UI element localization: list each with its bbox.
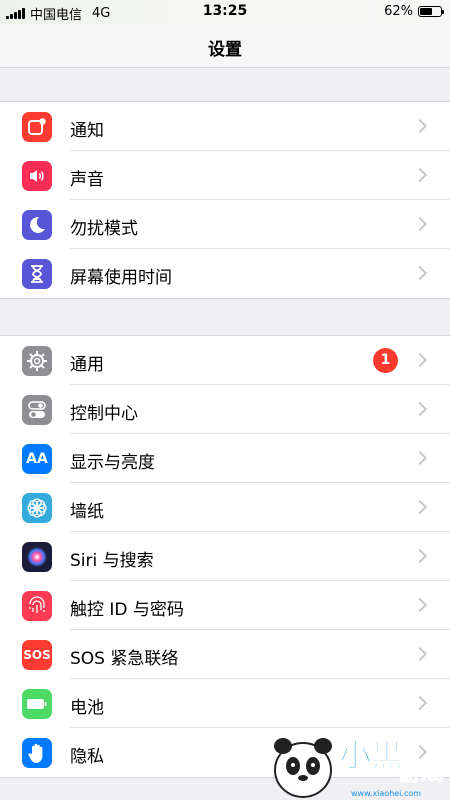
hourglass-icon [22, 259, 52, 289]
settings-row-1-4[interactable]: Siri 与搜索 [0, 532, 450, 581]
settings-row-1-7[interactable]: 电池 [0, 679, 450, 728]
chevron-right-icon [412, 695, 428, 711]
navigation-bar: 设置 [0, 24, 450, 68]
settings-row-0-0[interactable]: 通知 [0, 102, 450, 151]
svg-text:www.xiaohei.com: www.xiaohei.com [351, 789, 421, 798]
settings-row-1-0[interactable]: 通用 1 [0, 336, 450, 385]
sounds-icon [22, 161, 52, 191]
settings-row-label: SOS 紧急联络 [70, 649, 179, 669]
settings-row-0-3[interactable]: 屏幕使用时间 [0, 249, 450, 298]
settings-row-label: 墙纸 [70, 502, 104, 522]
gear-icon [22, 346, 52, 376]
notifications-icon [22, 112, 52, 142]
settings-row-1-6[interactable]: SOS SOS 紧急联络 [0, 630, 450, 679]
settings-row-1-5[interactable]: 触控 ID 与密码 [0, 581, 450, 630]
notification-badge: 1 [373, 348, 398, 373]
settings-row-0-1[interactable]: 声音 [0, 151, 450, 200]
settings-group-2: 通用 1 控制中心 AA 显示与亮度墙纸 Siri 与搜索触控 ID 与密码 SOS SOS … [0, 335, 450, 778]
settings-row-label: 触控 ID 与密码 [70, 600, 184, 620]
svg-text:游戏: 游戏 [399, 760, 443, 786]
chevron-right-icon [412, 352, 428, 368]
chevron-right-icon [412, 167, 428, 183]
sos-icon: SOS [22, 640, 52, 670]
chevron-right-icon [412, 401, 428, 417]
text-size-icon: AA [22, 444, 52, 474]
chevron-right-icon [412, 646, 428, 662]
page-title: 设置 [208, 40, 242, 60]
settings-row-1-2[interactable]: AA 显示与亮度 [0, 434, 450, 483]
chevron-right-icon [412, 216, 428, 232]
sos-icon-text: SOS [23, 648, 51, 662]
settings-row-label: 声音 [70, 170, 104, 190]
chevron-right-icon [412, 118, 428, 134]
settings-row-label: Siri 与搜索 [70, 551, 154, 571]
text-size-icon-text: AA [26, 451, 48, 467]
privacy-hand-icon [22, 738, 52, 768]
settings-row-1-1[interactable]: 控制中心 [0, 385, 450, 434]
settings-row-1-3[interactable]: 墙纸 [0, 483, 450, 532]
settings-row-label: 控制中心 [70, 404, 138, 424]
clock: 13:25 [202, 3, 248, 19]
chevron-right-icon [412, 499, 428, 515]
settings-row-label: 通用 [70, 355, 104, 375]
chevron-right-icon [412, 450, 428, 466]
settings-row-label: 屏幕使用时间 [70, 268, 172, 288]
settings-row-label: 隐私 [70, 747, 104, 767]
battery-percent: 62% [384, 4, 413, 19]
watermark-logo: 小黑 游戏 www.xiaohei.com [274, 736, 444, 798]
settings-row-label: 电池 [70, 698, 104, 718]
do-not-disturb-moon-icon [22, 210, 52, 240]
battery-status-icon [418, 6, 444, 17]
siri-icon [22, 542, 52, 572]
chevron-right-icon [412, 597, 428, 613]
settings-row-label: 勿扰模式 [70, 219, 138, 239]
status-bar: 中国电信 4G 13:25 62% [0, 0, 450, 24]
settings-row-label: 显示与亮度 [70, 453, 155, 473]
settings-row-label: 通知 [70, 121, 104, 141]
settings-group-1: 通知声音勿扰模式屏幕使用时间 [0, 101, 450, 299]
chevron-right-icon [412, 265, 428, 281]
settings-row-0-2[interactable]: 勿扰模式 [0, 200, 450, 249]
toggles-icon [22, 395, 52, 425]
battery-icon [22, 689, 52, 719]
svg-text:小黑: 小黑 [339, 736, 403, 774]
chevron-right-icon [412, 548, 428, 564]
fingerprint-icon [22, 591, 52, 621]
wallpaper-flower-icon [22, 493, 52, 523]
